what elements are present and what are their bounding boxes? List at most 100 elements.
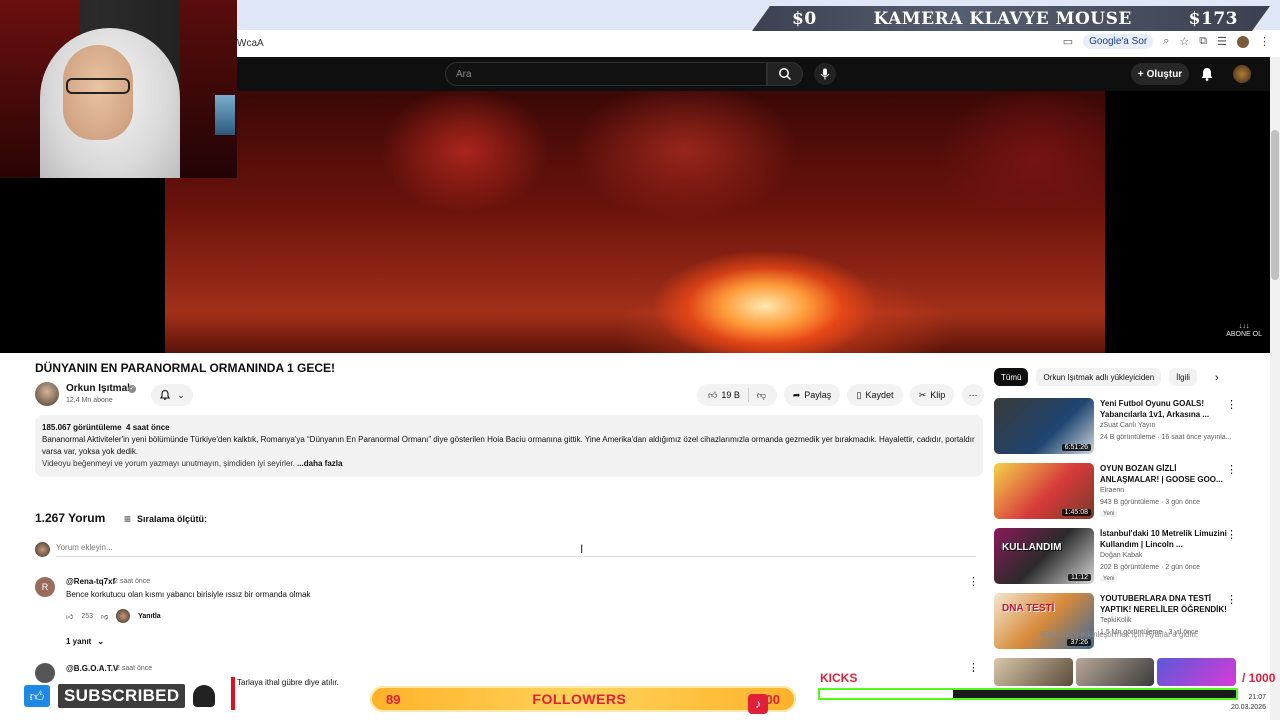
comment-more-icon[interactable]: ⋮	[968, 661, 979, 674]
comment-input[interactable]: Yorum ekleyin...	[56, 541, 976, 557]
video-thumbnail[interactable]	[1157, 658, 1237, 686]
more-vertical-icon[interactable]: ⋮	[1226, 528, 1237, 541]
bookmark-star-icon[interactable]: ☆	[1179, 35, 1189, 48]
scrollbar-thumb[interactable]	[1271, 130, 1279, 280]
subscribed-label: SUBSCRIBED	[58, 684, 186, 708]
plus-icon: +	[1137, 68, 1144, 80]
share-button[interactable]: ➦ Paylaş	[784, 384, 840, 406]
glasses	[66, 78, 130, 94]
followers-current: 89	[386, 691, 401, 707]
recommended-channel[interactable]: Doğan Kabak	[1100, 552, 1142, 559]
divider	[747, 388, 749, 402]
video-duration: 1:45:08	[1061, 509, 1091, 516]
browser-menu-icon[interactable]: ⋮	[1259, 35, 1270, 48]
thumbs-down-icon[interactable]: 👎︎	[757, 390, 766, 401]
upload-age: 4 saat önce	[126, 423, 170, 432]
chip-from-uploader[interactable]: Orkun Işıtmak adlı yükleyiciden	[1036, 368, 1162, 386]
search-input[interactable]: Ara	[445, 62, 767, 86]
commenter-handle[interactable]: @Rena-tq7xf	[66, 577, 115, 586]
extensions-icon[interactable]: ⧉	[1199, 35, 1207, 48]
recommended-video[interactable]: 6:51:26 Yeni Futbol Oyunu GOALS! Yabancı…	[994, 398, 1264, 456]
reply-button[interactable]: Yanıtla	[138, 613, 161, 620]
search-button[interactable]	[767, 62, 803, 86]
system-tray-clock[interactable]: 21:07 20.03.2026	[1100, 690, 1280, 720]
comment-like-icon[interactable]: 👍︎	[66, 612, 73, 621]
chip-all[interactable]: Tümü	[994, 368, 1029, 386]
cast-icon[interactable]: ▭	[1063, 35, 1073, 48]
address-bar[interactable]: WcaA ▭ Google'a Sor ⌕ ☆ ⧉ ☰ ⋮	[237, 30, 1280, 56]
like-count: 19 B	[721, 390, 740, 400]
sort-label: Sıralama ölçütü:	[137, 514, 208, 524]
more-actions-button[interactable]: ⋯	[962, 384, 984, 406]
chip-related[interactable]: İlgili	[1169, 368, 1197, 386]
notifications-bell-icon[interactable]	[1199, 66, 1215, 82]
view-replies-button[interactable]: 1 yanıt ⌄	[66, 637, 104, 646]
sort-icon: ≡	[124, 512, 132, 526]
scissors-icon: ✂	[918, 389, 927, 400]
more-vertical-icon[interactable]: ⋮	[1226, 463, 1237, 476]
chevron-down-icon: ⌄	[97, 637, 105, 646]
clip-button[interactable]: ✂ Klip	[910, 384, 954, 406]
show-more-link[interactable]: ...daha fazla	[297, 459, 342, 468]
text-cursor-icon: I	[580, 542, 584, 556]
tiktok-icon: ♪	[748, 694, 768, 714]
gaming-chair-right	[180, 0, 237, 178]
comment-time[interactable]: 2 saat önce	[116, 665, 152, 672]
video-duration: 6:51:26	[1061, 444, 1091, 451]
profile-avatar[interactable]	[1237, 35, 1249, 48]
like-button[interactable]: 👍︎ 19 B	[708, 390, 740, 401]
recommended-title[interactable]: YOUTUBERLARA DNA TESTİ YAPTIK! NERELİLER…	[1100, 593, 1230, 615]
recommended-video[interactable]: DNA TESTİ 37:26 YOUTUBERLARA DNA TESTİ Y…	[994, 593, 1264, 651]
campfire-video-frame	[165, 91, 1105, 353]
more-vertical-icon[interactable]: ⋮	[1226, 593, 1237, 606]
commenter-handle[interactable]: @B.G.O.A.T.V	[66, 664, 118, 673]
filter-chips: Tümü Orkun Işıtmak adlı yükleyiciden İlg…	[994, 368, 1197, 386]
thumbs-up-icon: 👍︎	[24, 685, 50, 707]
recommended-video[interactable]: 1:45:08 OYUN BOZAN GİZLİ ANLAŞMALAR! | G…	[994, 463, 1264, 521]
commenter-avatar[interactable]: R	[35, 577, 55, 597]
video-thumbnail[interactable]: 6:51:26	[994, 398, 1094, 454]
reading-list-icon[interactable]: ☰	[1217, 35, 1227, 48]
comment-time[interactable]: 2 saat önce	[114, 578, 150, 585]
overlay-divider	[231, 677, 235, 710]
recommended-title[interactable]: İstanbul'daki 10 Metrelik Limuzini Kulla…	[1100, 528, 1230, 550]
recommended-title[interactable]: OYUN BOZAN GİZLİ ANLAŞMALAR! | GOOSE GOO…	[1100, 463, 1230, 485]
comment-dislike-icon[interactable]: 👎︎	[101, 612, 108, 621]
channel-avatar[interactable]	[35, 382, 59, 406]
description-box[interactable]: 185.067 görüntüleme 4 saat önce Bananorm…	[35, 415, 983, 477]
create-button[interactable]: + Oluştur	[1131, 63, 1189, 85]
new-badge: Yeni	[1100, 576, 1118, 582]
save-button[interactable]: ▯ Kaydet	[847, 384, 903, 406]
share-arrow-icon: ➦	[792, 389, 801, 400]
recommended-video[interactable]: KULLANDIM 11:12 İstanbul'daki 10 Metreli…	[994, 528, 1264, 586]
create-label: Oluştur	[1146, 68, 1183, 80]
comment-like-count: 253	[81, 612, 94, 620]
browser-toolbar-icons: ▭ Google'a Sor ⌕ ☆ ⧉ ☰ ⋮	[1063, 34, 1270, 49]
sort-comments-button[interactable]: ≡ Sıralama ölçütü:	[124, 512, 207, 526]
comment-text: Bence korkutucu olan kısmı yabancı biris…	[66, 590, 311, 599]
streamer-webcam	[0, 0, 237, 178]
video-thumbnail[interactable]: KULLANDIM 11:12	[994, 528, 1094, 584]
subscribe-reminder-overlay: 👍︎ SUBSCRIBED	[0, 680, 235, 712]
recommended-channel[interactable]: zSuat Canlı Yayın	[1100, 422, 1155, 429]
address-url[interactable]: WcaA	[237, 38, 264, 49]
more-vertical-icon[interactable]: ⋮	[1226, 398, 1237, 411]
subscription-bell-button[interactable]: ⌄	[151, 384, 193, 406]
account-avatar[interactable]	[1233, 65, 1251, 83]
voice-search-button[interactable]	[814, 63, 836, 85]
view-count: 185.067 görüntüleme	[42, 423, 122, 432]
zoom-icon[interactable]: ⌕	[1163, 35, 1169, 48]
recommended-channel[interactable]: Elraenn	[1100, 487, 1124, 494]
channel-name[interactable]: Orkun Işıtmak	[66, 383, 133, 394]
kicks-progress-fill	[820, 690, 953, 698]
chevron-right-icon[interactable]: ›	[1215, 372, 1219, 384]
google-sor-button[interactable]: Google'a Sor	[1083, 34, 1154, 49]
thumbnail-text: KULLANDIM	[1002, 542, 1062, 553]
comment-actions: 👍︎ 253 👎︎ Yanıtla	[66, 609, 161, 623]
comment-more-icon[interactable]: ⋮	[968, 575, 979, 588]
recommended-channel[interactable]: TepkiKolik	[1100, 617, 1132, 624]
video-thumbnail[interactable]	[994, 658, 1073, 686]
recommended-title[interactable]: Yeni Futbol Oyunu GOALS! Yabancılarla 1v…	[1100, 398, 1230, 420]
video-thumbnail[interactable]	[1075, 658, 1155, 686]
video-thumbnail[interactable]: 1:45:08	[994, 463, 1094, 519]
